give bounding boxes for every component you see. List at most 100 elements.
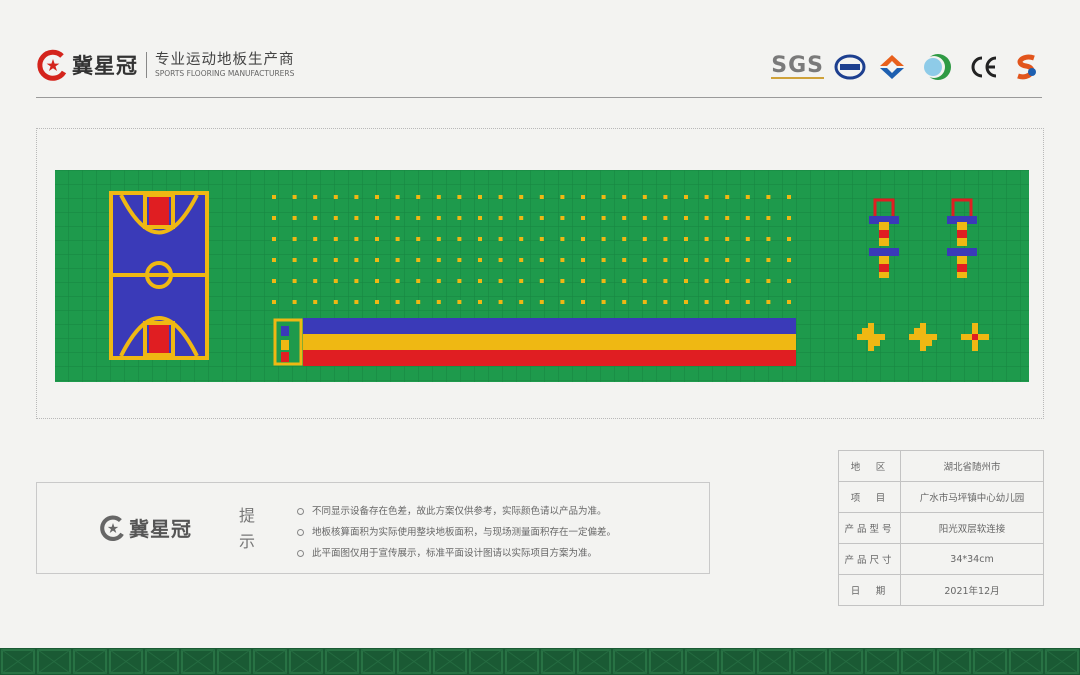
marker-dot: [601, 300, 606, 304]
marker-dot: [375, 279, 379, 283]
marker-dot: [457, 216, 462, 220]
marker-dot: [663, 258, 668, 262]
marker-dot: [519, 237, 524, 241]
marker-dot: [436, 258, 441, 262]
marker-dot: [787, 279, 791, 283]
marker-dot: [581, 195, 585, 199]
marker-dot: [436, 279, 441, 283]
marker-dot: [354, 300, 359, 304]
marker-dot: [642, 300, 647, 304]
brand-name: 冀星冠: [129, 517, 192, 541]
marker-dot: [416, 258, 421, 262]
info-key: 产品尺寸: [838, 543, 901, 575]
marker-dot: [436, 300, 441, 304]
marker-dot: [416, 237, 421, 241]
marker-dot: [684, 279, 688, 283]
page-header: 冀星冠 专业运动地板生产商 SPORTS FLOORING MANUFACTUR…: [36, 40, 1042, 98]
marker-dot: [622, 258, 627, 262]
quality-arrow-icon: [880, 55, 904, 79]
lane-yellow: [303, 334, 796, 350]
table-row: 地 区 湖北省随州市: [838, 450, 1044, 482]
info-value: 2021年12月: [900, 574, 1044, 606]
marker-dot: [581, 258, 585, 262]
table-row: 产品尺寸 34*34cm: [838, 543, 1044, 575]
marker-dot: [766, 216, 771, 220]
s-mark-icon: [1017, 54, 1036, 80]
marker-dot: [642, 195, 647, 199]
marker-dot: [684, 258, 688, 262]
marker-dot: [436, 237, 441, 241]
marker-dot: [642, 258, 647, 262]
marker-dot: [333, 237, 338, 241]
marker-dot: [766, 195, 771, 199]
logo-divider: [146, 52, 147, 78]
tips-title: 提示: [238, 506, 255, 551]
table-row: 项 目 广水市马坪镇中心幼儿园: [838, 481, 1044, 513]
marker-dot: [272, 258, 276, 262]
marker-dot: [622, 300, 627, 304]
marker-dot: [457, 195, 462, 199]
marker-dot: [560, 216, 565, 220]
marker-dot: [663, 195, 668, 199]
marker-dot: [560, 258, 565, 262]
marker-dot: [292, 195, 297, 199]
marker-dot: [684, 216, 688, 220]
marker-dot: [539, 237, 544, 241]
running-lanes: [273, 318, 796, 366]
marker-dot: [313, 216, 318, 220]
marker-dot: [333, 195, 338, 199]
marker-dot: [766, 300, 771, 304]
lane-red: [303, 350, 796, 366]
marker-dot: [539, 216, 544, 220]
marker-dot: [581, 216, 585, 220]
marker-dot: [498, 258, 503, 262]
tip-item: 此平面图仅用于宣传展示，标准平面设计图请以实际项目方案为准。: [297, 543, 616, 564]
marker-dot: [375, 300, 379, 304]
marker-dot: [519, 258, 524, 262]
marker-dot: [436, 216, 441, 220]
marker-dot: [354, 258, 359, 262]
marker-dot: [704, 195, 709, 199]
marker-dot: [375, 237, 379, 241]
marker-dot: [601, 195, 606, 199]
marker-dot: [787, 237, 791, 241]
marker-dot: [684, 300, 688, 304]
marker-dot: [601, 258, 606, 262]
brand-tagline-cn: 专业运动地板生产商: [155, 51, 295, 68]
marker-dot: [519, 195, 524, 199]
marker-dot: [333, 216, 338, 220]
marker-dot: [457, 258, 462, 262]
marker-dot: [745, 258, 750, 262]
marker-dot: [436, 195, 441, 199]
marker-dot: [539, 258, 544, 262]
marker-dot: [272, 237, 276, 241]
marker-dot: [272, 300, 276, 304]
marker-dot: [354, 237, 359, 241]
marker-dot: [725, 279, 730, 283]
marker-dot: [725, 195, 730, 199]
tips-brand-logo: 冀星冠: [99, 513, 192, 542]
info-key: 项 目: [838, 481, 901, 513]
marker-dot: [581, 237, 585, 241]
marker-dot: [395, 258, 400, 262]
marker-dot: [704, 216, 709, 220]
marker-dot: [725, 237, 730, 241]
brand-logo[interactable]: 冀星冠 专业运动地板生产商 SPORTS FLOORING MANUFACTUR…: [36, 48, 295, 82]
marker-dot: [478, 195, 482, 199]
marker-dot: [416, 300, 421, 304]
marker-dot: [498, 237, 503, 241]
info-value: 阳光双层软连接: [900, 512, 1044, 544]
marker-dot: [601, 279, 606, 283]
floor-plan-court: [55, 170, 1029, 382]
marker-dot: [745, 279, 750, 283]
marker-dot: [354, 216, 359, 220]
marker-dot: [292, 237, 297, 241]
lane-blue: [303, 318, 796, 334]
marker-dot: [704, 279, 709, 283]
floor-plan-frame: [36, 128, 1044, 419]
info-value: 34*34cm: [900, 543, 1044, 575]
table-row: 产品型号 阳光双层软连接: [838, 512, 1044, 544]
marker-dot: [395, 216, 400, 220]
marker-dot: [539, 300, 544, 304]
tip-item: 不同显示设备存在色差，故此方案仅供参考，实际颜色请以产品为准。: [297, 501, 616, 522]
